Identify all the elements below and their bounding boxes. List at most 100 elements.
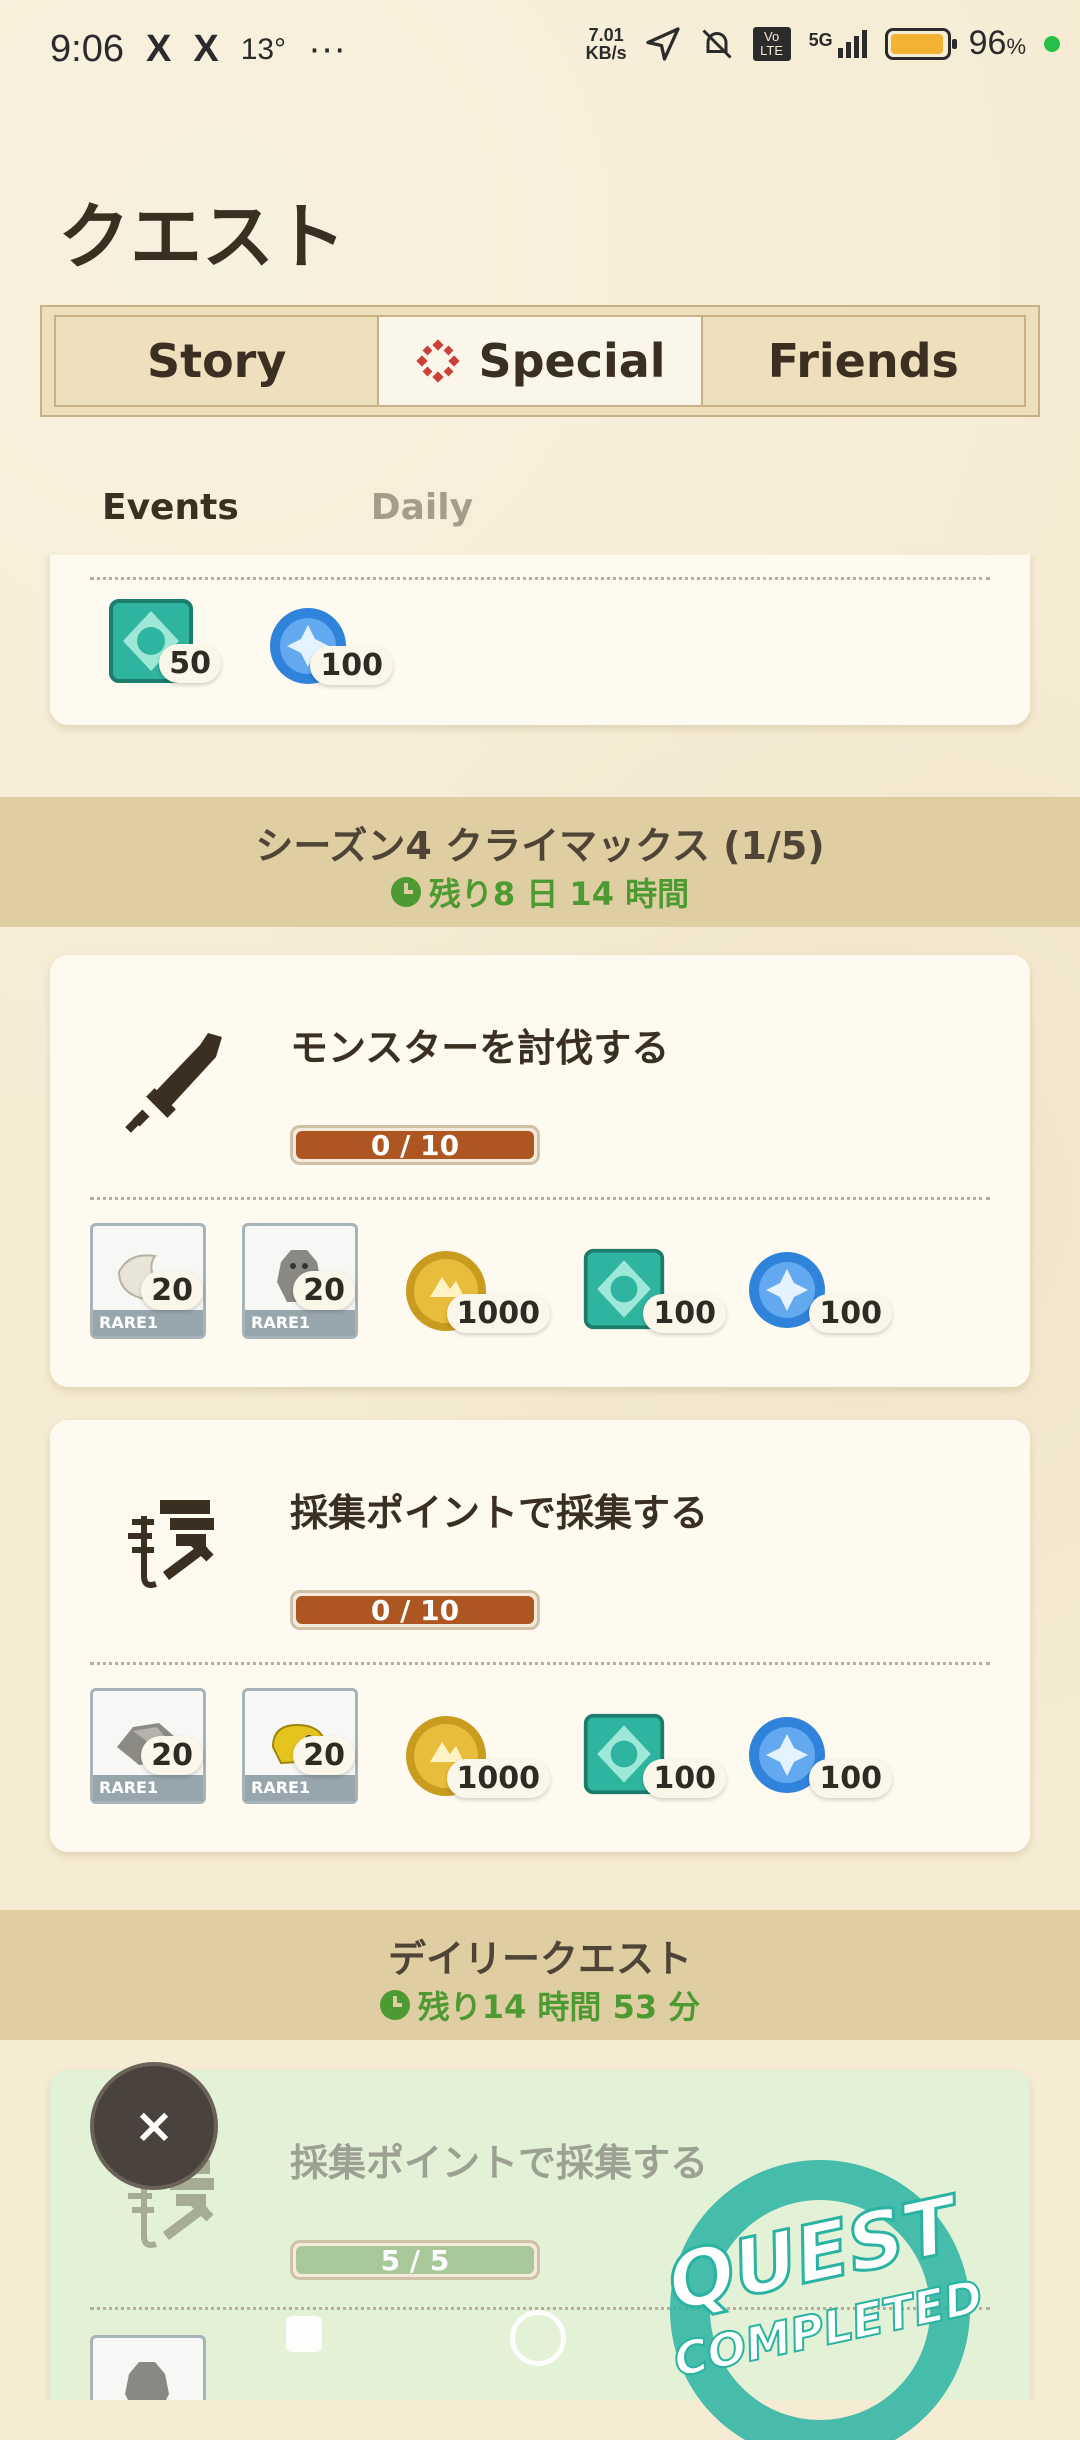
reward-green-ticket[interactable]: 100 [580,1239,726,1339]
clock-icon [379,1990,410,2020]
battery-percent: 96% [969,24,1026,63]
reward-row: 50 100 [105,595,393,687]
tab-special[interactable]: Special [379,317,703,405]
sword-icon [125,1033,222,1133]
quest-card[interactable]: 採集ポイントで採集する 0 / 10 RARE1 20 RARE1 20 100… [50,1420,1030,1852]
reward-blue-orb[interactable]: 100 [746,1239,892,1339]
quest-completed-stamp: QUEST COMPLETED [659,2160,988,2440]
reward-gold-coin[interactable]: 1000 [404,1704,550,1804]
status-left: 9:06 X X 13° ··· [50,28,346,71]
tab-story-label: Story [146,334,287,388]
section-timer: 残り14 時間 53 分 [0,1982,1080,2028]
nav-recents-button[interactable] [286,2316,322,2352]
page-title: クエスト [58,195,347,279]
subtab-events[interactable]: Events [62,475,279,569]
card-divider [90,577,990,580]
item-frame: RARE1 20 [242,1688,358,1804]
progress-label: 0 / 10 [370,1596,460,1624]
speed-unit: KB/s [585,42,627,63]
volte-icon: Vo LTE [752,26,791,61]
rarity-label: RARE1 [93,1310,203,1336]
location-arrow-icon [645,26,680,61]
quest-title: 採集ポイントで採集する [290,1491,709,1535]
reward-item[interactable]: RARE1 20 [242,1223,358,1339]
close-button[interactable]: × [90,2062,218,2190]
cellular-signal: 5G [808,29,867,58]
rarity-label: RARE1 [93,1775,203,1801]
item-frame: RARE1 20 [242,1223,358,1339]
subtab-daily[interactable]: Daily [331,475,513,555]
section-title: デイリークエスト [387,1937,692,1981]
battery-icon [884,27,957,60]
rarity-label: RARE1 [245,1775,355,1801]
signal-bar [845,41,851,58]
reward-blue-orb: 100 [267,605,393,687]
quest-category-tabs-inner: Story Special Friends [54,315,1026,407]
reward-count: 20 [293,1271,355,1310]
reward-count: 20 [293,1736,355,1775]
daily-section-header: デイリークエスト 残り14 時間 53 分 [0,1910,1080,2040]
section-timer-text: 残り8 日 14 時間 [428,875,690,913]
tab-friends-label: Friends [767,334,959,388]
nav-home-button[interactable] [510,2310,566,2366]
reward-item[interactable] [90,2335,206,2400]
network-speed: 7.01 KB/s [586,26,627,62]
clock-icon [390,877,421,907]
battery-fill [890,33,943,54]
reward-green-ticket: 50 [105,595,221,687]
more-notifications-icon: ··· [308,28,347,70]
reward-count: 100 [809,1294,892,1333]
season-section-header: シーズン4 クライマックス (1/5) 残り8 日 14 時間 [0,797,1080,927]
reward-item[interactable]: RARE1 20 [242,1688,358,1804]
muted-bell-icon [702,28,732,59]
progress-track: 0 / 10 [296,1596,534,1624]
quest-progress-bar: 0 / 10 [290,1590,540,1630]
progress-label: 5 / 5 [380,2246,450,2274]
reward-count: 20 [141,1736,203,1775]
monster-figure-icon [125,2362,169,2400]
section-timer: 残り8 日 14 時間 [0,869,1080,915]
tab-story[interactable]: Story [56,317,380,405]
reward-count: 20 [141,1271,203,1310]
section-title: シーズン4 クライマックス (1/5) [255,824,825,868]
battery-unit: % [1006,34,1026,59]
reward-count: 100 [643,1759,726,1798]
progress-track: 0 / 10 [296,1131,534,1159]
reward-count: 100 [809,1759,892,1798]
quest-card-partial: 50 100 [50,555,1030,725]
tab-special-label: Special [478,334,666,388]
card-divider [90,1197,990,1200]
privacy-indicator-dot [1044,35,1060,52]
reward-count: 1000 [446,1759,550,1798]
quest-progress-bar: 0 / 10 [290,1125,540,1165]
reward-count: 1000 [446,1294,550,1333]
quest-category-tabs: Story Special Friends [40,305,1040,417]
reward-item[interactable]: RARE1 20 [90,1223,206,1339]
network-type: 5G [808,29,833,50]
sub-tabs: Events Daily [62,475,513,569]
special-diamond-icon [416,339,461,383]
signal-bar [853,35,859,58]
x-app-icon: X [145,28,172,70]
quest-card[interactable]: モンスターを討伐する 0 / 10 RARE1 20 RARE1 20 1000… [50,955,1030,1387]
signal-bar [837,47,843,58]
status-right: 7.01 KB/s Vo LTE 5G 96% [586,24,1060,63]
reward-item[interactable]: RARE1 20 [90,1688,206,1804]
battery-value: 96 [968,24,1007,62]
reward-count: 100 [310,646,393,685]
reward-gold-coin[interactable]: 1000 [404,1239,550,1339]
signal-bar [861,29,867,58]
reward-count: 50 [159,644,221,683]
rarity-label: RARE1 [245,1310,355,1336]
item-frame: RARE1 20 [90,1223,206,1339]
status-bar: 9:06 X X 13° ··· 7.01 KB/s Vo LTE 5G 96% [0,0,1080,110]
tab-friends[interactable]: Friends [703,317,1024,405]
reward-green-ticket[interactable]: 100 [580,1704,726,1804]
reward-row: RARE1 20 RARE1 20 1000 100 100 [90,1223,892,1339]
reward-blue-orb[interactable]: 100 [746,1704,892,1804]
reward-row: RARE1 20 RARE1 20 1000 100 100 [90,1688,892,1804]
card-divider [90,1662,990,1665]
quest-title: モンスターを討伐する [290,1026,670,1070]
speed-value: 7.01 [588,24,624,45]
reward-count: 100 [643,1294,726,1333]
